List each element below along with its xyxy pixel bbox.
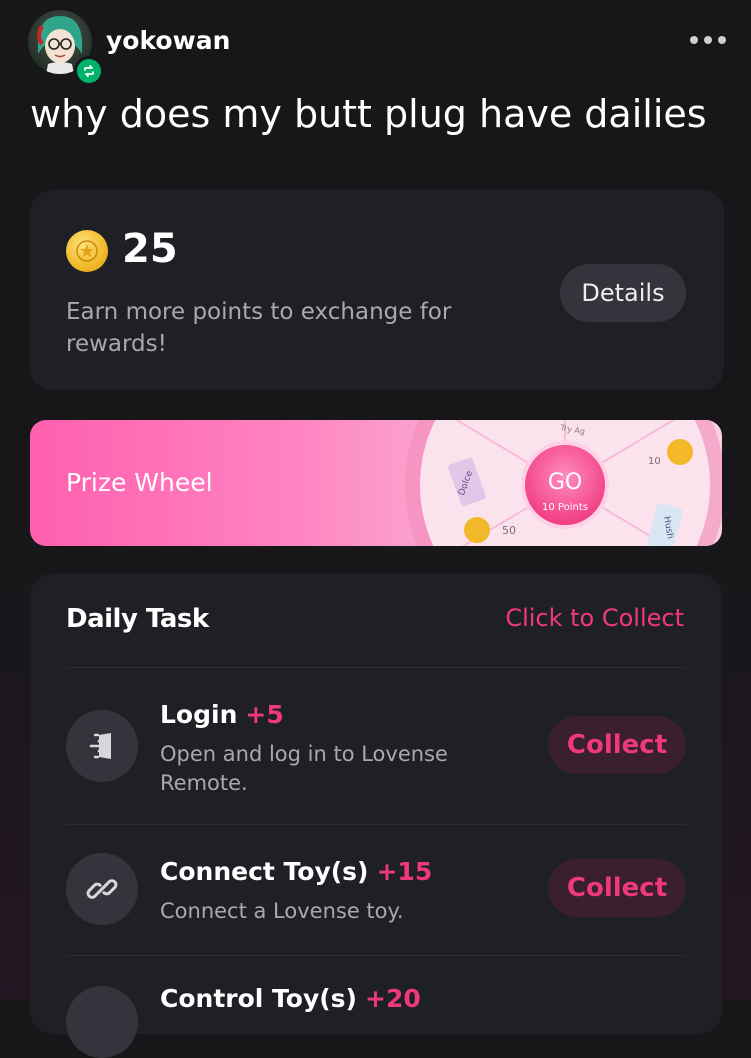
task-description: Open and log in to Lovense Remote.	[160, 742, 448, 795]
task-row-control-toys: Control Toy(s) +20	[30, 956, 722, 1058]
svg-text:10: 10	[648, 456, 661, 467]
task-name: Control Toy(s) +20	[160, 984, 421, 1013]
points-card: 25 Earn more points to exchange for rewa…	[30, 190, 724, 390]
details-button[interactable]: Details	[560, 264, 686, 322]
prize-wheel-label: Prize Wheel	[66, 468, 213, 497]
avatar[interactable]	[28, 10, 104, 86]
task-title: Control Toy(s)	[160, 984, 357, 1013]
go-cost: 10 Points	[542, 502, 588, 513]
task-name: Login +5	[160, 700, 284, 729]
reblog-icon	[74, 56, 104, 86]
svg-text:50: 50	[502, 524, 516, 537]
control-icon	[66, 986, 138, 1058]
task-title: Login	[160, 700, 238, 729]
more-options-icon[interactable]	[690, 36, 726, 46]
task-points: +5	[245, 700, 284, 729]
collect-button-login[interactable]: Collect	[548, 716, 686, 774]
coin-icon	[66, 230, 108, 272]
task-points: +20	[365, 984, 421, 1013]
username[interactable]: yokowan	[106, 26, 230, 55]
task-points: +15	[376, 857, 433, 886]
prize-wheel[interactable]: GO 10 Points Dolce 50 10 Hush Try Ag	[390, 420, 722, 546]
door-enter-icon	[66, 710, 138, 782]
task-title: Connect Toy(s)	[160, 857, 369, 886]
click-to-collect-link[interactable]: Click to Collect	[505, 604, 684, 632]
task-row-connect-toys: Connect Toy(s) +15 Connect a Lovense toy.…	[30, 825, 722, 955]
link-icon	[66, 853, 138, 925]
daily-task-title: Daily Task	[66, 604, 209, 634]
collect-button-connect-toys[interactable]: Collect	[548, 859, 686, 917]
go-label[interactable]: GO	[548, 470, 582, 495]
task-name: Connect Toy(s) +15	[160, 857, 432, 886]
prize-wheel-banner[interactable]: Prize Wheel GO 10 Points Dolce 50 10 Hus…	[30, 420, 722, 546]
task-row-login: Login +5 Open and log in to Lovense Remot…	[30, 668, 722, 824]
post-header: yokowan	[0, 0, 751, 90]
points-description: Earn more points to exchange for rewards…	[66, 299, 452, 357]
post-text: why does my butt plug have dailies	[30, 92, 707, 136]
task-description: Connect a Lovense toy.	[160, 899, 404, 923]
daily-task-card: Daily Task Click to Collect Login +5 Open…	[30, 574, 722, 1058]
points-value: 25	[122, 226, 178, 272]
